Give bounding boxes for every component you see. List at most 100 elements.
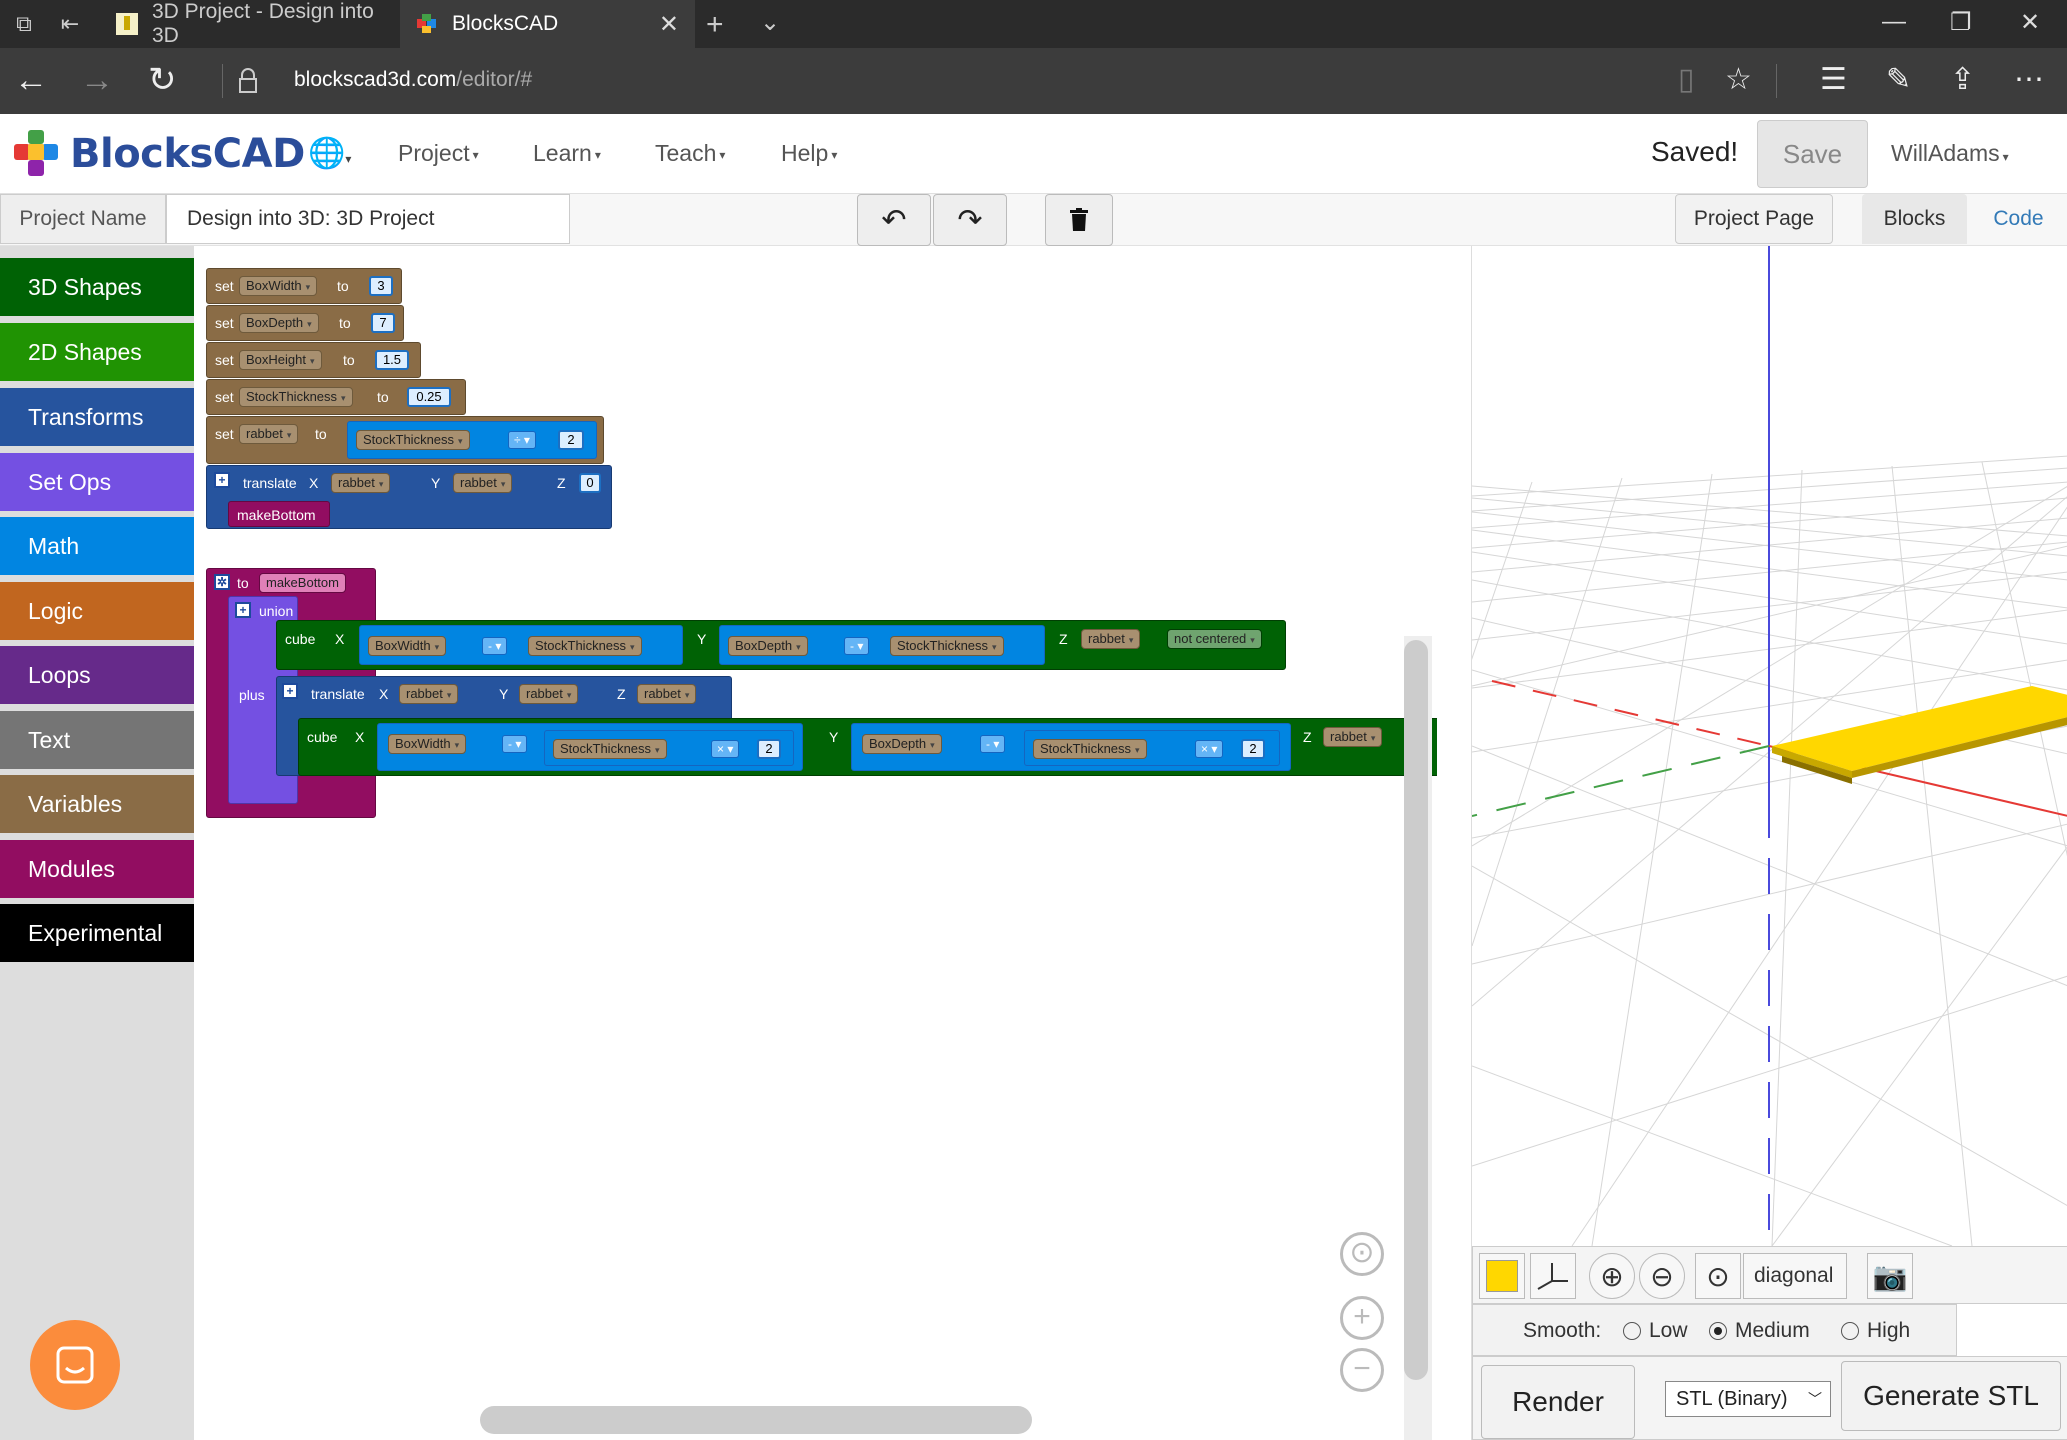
share-icon[interactable]: ⇪ [1950, 62, 1975, 97]
more-menu-icon[interactable]: ⋯ [2014, 62, 2044, 97]
category-transforms[interactable]: Transforms [0, 388, 194, 446]
render-button[interactable]: Render [1481, 1365, 1635, 1439]
gear-mutator-icon[interactable]: ✲ [214, 574, 230, 590]
zoom-out-icon[interactable]: − [1340, 1348, 1384, 1392]
refresh-icon[interactable]: ↻ [148, 60, 177, 100]
reading-view-icon[interactable]: ▯ [1678, 62, 1695, 97]
horizontal-scrollbar[interactable] [480, 1406, 1032, 1434]
number-field[interactable]: 1.5 [375, 350, 409, 370]
category-set-ops[interactable]: Set Ops [0, 453, 194, 511]
number-field[interactable]: 0 [579, 473, 601, 493]
tab-blocks[interactable]: Blocks [1862, 194, 1967, 244]
math-subtract-block[interactable]: BoxDepth ▾ - ▾ StockThickness ▾ × ▾ 2 [851, 723, 1291, 771]
close-window-icon[interactable]: ✕ [2020, 8, 2040, 37]
variable-dropdown: BoxWidth ▾ [368, 636, 447, 656]
tab-list-chevron-icon[interactable]: ⌄ [760, 8, 780, 37]
redo-button[interactable]: ↷ [933, 194, 1007, 246]
category-experimental[interactable]: Experimental [0, 904, 194, 962]
number-field[interactable]: 3 [369, 276, 393, 296]
zoom-in-button[interactable]: ⊕ [1589, 1253, 1635, 1299]
number-field[interactable]: 0.25 [407, 387, 451, 407]
browser-tab-project[interactable]: 3D Project - Design into 3D [100, 0, 400, 48]
language-globe-icon[interactable]: 🌐▾ [308, 136, 351, 171]
forward-icon[interactable]: → [80, 60, 114, 100]
menu-teach[interactable]: Teach ▾ [655, 140, 725, 167]
new-tab-icon[interactable]: + [706, 8, 724, 42]
lock-icon [239, 68, 257, 93]
screenshot-button[interactable]: 📷 [1867, 1253, 1913, 1299]
smooth-medium-radio[interactable]: Medium [1709, 1319, 1810, 1343]
cube-block[interactable]: cube X BoxWidth ▾ - ▾ StockThickness ▾ Y B… [276, 620, 1286, 670]
minimize-icon[interactable]: — [1882, 8, 1906, 36]
number-field[interactable]: 7 [371, 313, 395, 333]
axes-toggle-button[interactable] [1530, 1253, 1576, 1299]
menu-project[interactable]: Project ▾ [398, 140, 479, 167]
blocks-workspace[interactable]: set BoxWidth ▾ to 3 set BoxDepth ▾ to 7 se… [194, 246, 1437, 1440]
math-subtract-block[interactable]: BoxWidth ▾ - ▾ StockThickness ▾ × ▾ 2 [377, 723, 803, 771]
set-block-rabbet[interactable]: set rabbet ▾ to StockThickness ▾ ÷ ▾ 2 [206, 416, 604, 464]
restore-icon[interactable]: ❐ [1950, 8, 1972, 37]
chat-launcher[interactable] [30, 1320, 120, 1410]
math-multiply-block[interactable]: StockThickness ▾ × ▾ 2 [1024, 730, 1280, 766]
back-icon[interactable]: ← [14, 60, 48, 100]
close-tab-icon[interactable]: ✕ [659, 10, 679, 39]
category-math[interactable]: Math [0, 517, 194, 575]
plus-mutator-icon[interactable]: + [282, 683, 298, 699]
operator-dropdown: - ▾ [980, 735, 1006, 753]
category-3d-shapes[interactable]: 3D Shapes [0, 258, 194, 316]
module-call-makebottom[interactable]: makeBottom [228, 501, 330, 527]
category-loops[interactable]: Loops [0, 646, 194, 704]
smooth-high-radio[interactable]: High [1841, 1319, 1910, 1343]
category-logic[interactable]: Logic [0, 582, 194, 640]
plus-mutator-icon[interactable]: + [214, 472, 230, 488]
smooth-low-radio[interactable]: Low [1623, 1319, 1688, 1343]
save-button[interactable]: Save [1757, 120, 1868, 188]
url-field[interactable]: blockscad3d.com/editor/# [294, 68, 532, 92]
menu-help[interactable]: Help ▾ [781, 140, 837, 167]
project-name-input[interactable] [166, 194, 570, 244]
category-2d-shapes[interactable]: 2D Shapes [0, 323, 194, 381]
set-block-boxheight[interactable]: set BoxHeight ▾ to 1.5 [206, 342, 421, 378]
set-block-boxwidth[interactable]: set BoxWidth ▾ to 3 [206, 268, 402, 304]
zoom-out-button[interactable]: ⊖ [1639, 1253, 1685, 1299]
vertical-scrollbar[interactable] [1404, 640, 1428, 1380]
generate-stl-button[interactable]: Generate STL [1841, 1361, 2061, 1431]
operator-dropdown: × ▾ [711, 740, 740, 758]
undo-button[interactable]: ↶ [857, 194, 931, 246]
blockscad-logo[interactable]: BlocksCAD [12, 128, 305, 180]
number-field[interactable]: 2 [558, 430, 584, 450]
number-field[interactable]: 2 [757, 739, 781, 759]
favorites-hub-icon[interactable]: ☰ [1820, 62, 1847, 97]
set-tabs-aside-icon[interactable]: ⇤ [56, 10, 84, 38]
target-view-button[interactable]: ⊙ [1695, 1253, 1741, 1299]
delete-button[interactable] [1045, 194, 1113, 246]
number-field[interactable]: 2 [1241, 739, 1265, 759]
export-format-select[interactable]: STL (Binary) ﹀ [1665, 1381, 1831, 1417]
category-modules[interactable]: Modules [0, 840, 194, 898]
category-text[interactable]: Text [0, 711, 194, 769]
math-subtract-block[interactable]: BoxWidth ▾ - ▾ StockThickness ▾ [359, 625, 683, 665]
math-divide-block[interactable]: StockThickness ▾ ÷ ▾ 2 [347, 421, 597, 459]
favorite-star-icon[interactable]: ☆ [1725, 62, 1752, 97]
math-subtract-block[interactable]: BoxDepth ▾ - ▾ StockThickness ▾ [719, 625, 1045, 665]
color-picker-button[interactable] [1479, 1253, 1525, 1299]
plus-mutator-icon[interactable]: + [235, 602, 251, 618]
project-page-button[interactable]: Project Page [1675, 194, 1833, 244]
set-block-boxdepth[interactable]: set BoxDepth ▾ to 7 [206, 305, 404, 341]
math-multiply-block[interactable]: StockThickness ▾ × ▾ 2 [544, 730, 794, 766]
category-variables[interactable]: Variables [0, 775, 194, 833]
cube-block[interactable]: cube X BoxWidth ▾ - ▾ StockThickness ▾ × ▾… [298, 718, 1437, 776]
web-note-pen-icon[interactable]: ✎ [1886, 62, 1911, 97]
set-block-stockthickness[interactable]: set StockThickness ▾ to 0.25 [206, 379, 466, 415]
browser-tab-blockscad[interactable]: BlocksCAD ✕ [400, 0, 695, 48]
tab-actions-icon[interactable]: ⧉ [10, 10, 38, 38]
tab-code[interactable]: Code [1970, 194, 2067, 244]
user-menu[interactable]: WillAdams ▾ [1891, 140, 2009, 167]
3d-viewer[interactable]: ⊕ ⊖ ⊙ diagonal 📷 Smooth: Low Medium High… [1471, 246, 2067, 1440]
chat-icon [56, 1346, 94, 1384]
view-mode-select[interactable]: diagonal [1743, 1253, 1847, 1299]
recenter-icon[interactable]: ⊙ [1340, 1232, 1384, 1276]
module-name-field[interactable]: makeBottom [259, 573, 346, 593]
zoom-in-icon[interactable]: + [1340, 1296, 1384, 1340]
menu-learn[interactable]: Learn ▾ [533, 140, 601, 167]
